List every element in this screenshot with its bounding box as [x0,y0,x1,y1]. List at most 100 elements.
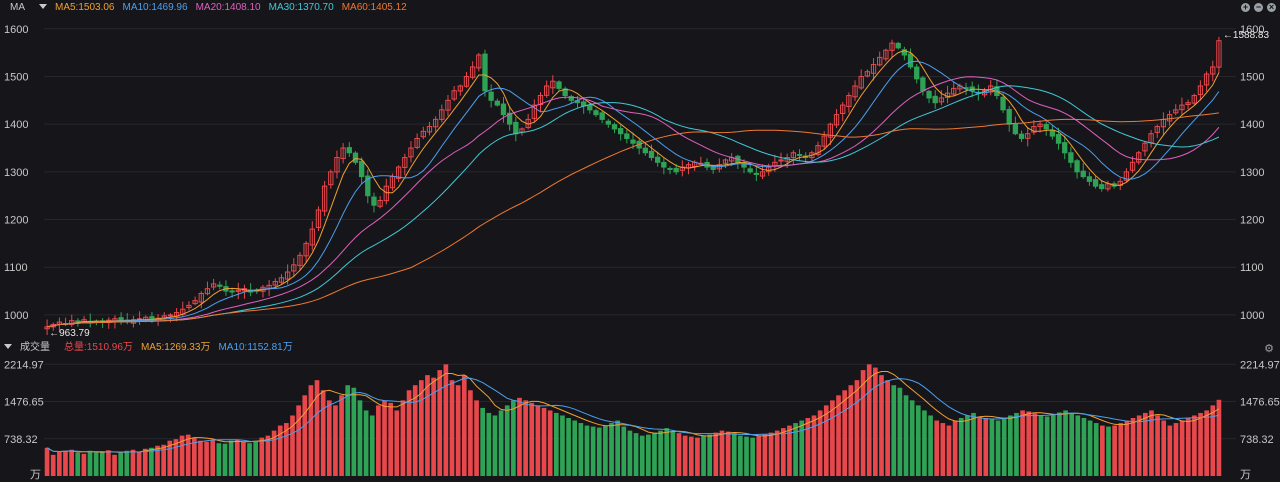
volume-bar [1093,423,1099,476]
volume-bar [615,420,620,476]
volume-bar [1130,418,1136,476]
volume-bar [658,430,663,476]
volume-bar [1106,426,1111,476]
volume-bar [320,390,326,476]
y-tick-label: 1200 [1240,215,1264,227]
volume-bar [774,430,780,476]
volume-bar [596,427,602,476]
volume-bar [1124,420,1130,476]
candle-body [655,156,661,163]
volume-bar [946,425,952,476]
volume-bar [234,439,240,476]
volume-chart[interactable]: 738.32 738.32 1476.65 1476.65 2214.97 2214.97… [0,356,1280,482]
candle-body [1080,170,1086,178]
y-tick-label: 1000 [1240,310,1264,322]
volume-bar [400,400,406,476]
y-tick-label: 1300 [4,167,28,179]
volume-bar [1087,420,1093,476]
volume-bar [719,430,725,476]
volume-bar [1057,412,1062,476]
volume-bar [934,420,940,476]
candle-body [1043,123,1049,130]
volume-bar [511,400,516,476]
volume-bar [793,423,798,476]
volume-bar [241,441,246,476]
volume-bar [443,364,449,476]
volume-bar [1100,425,1105,476]
volume-bar [738,435,743,476]
volume-bar [584,425,590,476]
volume-title: 成交量 [20,342,50,353]
volume-bar [1044,416,1050,476]
y-tick-label: 1000 [4,310,28,322]
volume-bar [578,423,584,476]
volume-bar [547,410,553,476]
candle-body [895,42,901,49]
volume-value-1: MA5:1269.33万 [140,342,211,353]
vol-tick-label: 1476.65 [4,397,44,409]
volume-bar [995,420,1001,476]
candle-body [556,81,562,89]
volume-bar [1204,410,1209,476]
volume-bar [695,437,700,476]
volume-bar [480,407,486,476]
candle-body [642,147,648,154]
volume-bar [873,367,878,476]
volume-bar [357,400,363,476]
gear-icon[interactable]: ⚙ [1264,342,1274,355]
y-tick-label: 1300 [1240,167,1264,179]
candle-body [1055,134,1062,144]
volume-bar [560,415,565,476]
chevron-down-icon[interactable] [4,344,12,350]
volume-bar [633,433,639,476]
price-chart[interactable]: 1000 1000 1100 1100 1200 1200 1300 1300 1400 1400… [0,16,1280,340]
minus-icon[interactable]: − [1254,3,1263,12]
ma-label[interactable]: MA [10,2,25,13]
volume-bar [983,418,989,476]
y-tick-label: 1400 [4,119,28,131]
volume-bar [425,375,430,476]
volume-bar [903,395,909,476]
candle-body [482,53,488,92]
vol-tick-label: 2214.97 [4,359,44,371]
candle-body [1049,129,1056,137]
volume-bar [731,433,737,476]
volume-bar [259,437,265,476]
volume-bar [228,440,234,476]
volume-bar [866,364,872,476]
volume-bar [670,431,676,476]
volume-bar [504,405,510,476]
volume-bar [173,439,179,476]
candle-body [587,104,593,111]
candle-body [500,103,507,116]
volume-bar [572,420,578,476]
volume-bar [1014,412,1019,476]
volume-bar [498,410,504,476]
volume-bar [204,441,209,476]
candle-body [1092,179,1099,187]
volume-bar [376,405,381,476]
vol-tick-label: 2214.97 [1240,359,1280,371]
volume-bar [1161,420,1167,476]
volume-bar [63,450,68,476]
volume-bar [382,400,387,476]
close-icon[interactable]: × [1267,3,1276,12]
volume-bar [1020,410,1025,476]
volume-bar [87,450,93,476]
volume-bar [1173,423,1179,476]
volume-bar [333,405,338,476]
volume-bar [265,435,271,476]
plus-icon[interactable]: + [1241,3,1250,12]
volume-bar [603,425,608,476]
volume-bar [836,395,841,476]
volume-bar [885,380,890,476]
volume-bar [1007,415,1013,476]
candle-body [1086,176,1093,182]
volume-bar [958,418,964,476]
volume-bar [492,415,498,476]
candle-body [494,100,500,106]
volume-bar [915,405,921,476]
volume-bar [1216,399,1222,476]
chevron-down-icon[interactable] [39,4,47,10]
volume-bar [81,453,87,476]
